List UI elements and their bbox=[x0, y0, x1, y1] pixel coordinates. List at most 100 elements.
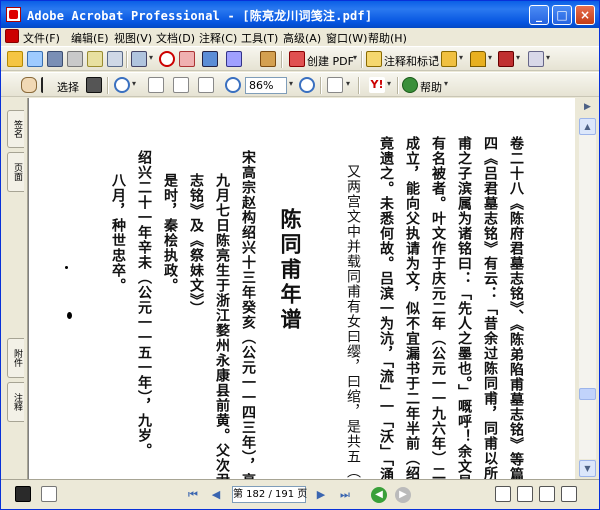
comment-mark-icon[interactable] bbox=[366, 51, 382, 67]
review-icon[interactable] bbox=[202, 51, 218, 67]
minimize-button[interactable]: _ bbox=[529, 5, 549, 25]
menu-advanced[interactable]: 高级(A) bbox=[283, 30, 321, 46]
rotate-view-icon[interactable] bbox=[327, 77, 343, 93]
collaborate-icon[interactable] bbox=[226, 51, 242, 67]
create-pdf-dropdown-icon[interactable]: ▾ bbox=[353, 53, 357, 62]
open-folder-icon[interactable] bbox=[7, 51, 23, 67]
text-column-10: 志铭》及《祭妹文》） bbox=[188, 173, 204, 316]
lock-icon[interactable] bbox=[470, 51, 486, 67]
tab-pages[interactable]: 页面 bbox=[7, 152, 24, 192]
comment-mark-dropdown-icon[interactable]: ▾ bbox=[434, 53, 438, 62]
document-menu-icon[interactable] bbox=[5, 29, 19, 43]
text-column-5: 成立，能向父执请为文，似不宜漏书于二年半前（绍熙四 bbox=[404, 136, 420, 479]
first-page-icon[interactable]: ⏮ bbox=[185, 487, 201, 503]
scroll-track[interactable] bbox=[579, 118, 596, 459]
yahoo-dropdown-icon[interactable]: ▾ bbox=[387, 79, 391, 88]
scroll-up-icon[interactable]: ▲ bbox=[579, 118, 596, 135]
toolbar-file: ▾ 创建 PDF ▾ 注释和标记 ▾ ▾ ▾ ▾ ▾ bbox=[1, 46, 599, 71]
search-icon[interactable] bbox=[107, 51, 123, 67]
zoom-out-icon[interactable] bbox=[225, 77, 241, 93]
help-dropdown-icon[interactable]: ▾ bbox=[444, 79, 448, 88]
zoom-in-icon[interactable] bbox=[299, 77, 315, 93]
acrobat-app-icon[interactable] bbox=[6, 7, 21, 22]
close-button[interactable]: × bbox=[575, 5, 595, 25]
maximize-button[interactable]: □ bbox=[552, 5, 572, 25]
tab-comments[interactable]: 注释 bbox=[7, 382, 24, 422]
tab-signatures[interactable]: 签名 bbox=[7, 110, 24, 148]
facing-layout-icon[interactable] bbox=[539, 486, 555, 502]
zoom-tool-dropdown-icon[interactable]: ▾ bbox=[132, 79, 136, 88]
sign-icon[interactable] bbox=[179, 51, 195, 67]
menu-tools[interactable]: 工具(T) bbox=[241, 30, 278, 46]
snapshot-icon[interactable] bbox=[86, 77, 102, 93]
attach-dropdown-icon[interactable]: ▾ bbox=[149, 53, 153, 62]
pen-sign-dropdown-icon[interactable]: ▾ bbox=[516, 53, 520, 62]
menu-comments[interactable]: 注释(C) bbox=[199, 30, 237, 46]
fit-page-icon[interactable] bbox=[173, 77, 189, 93]
text-column-11: 是时，秦桧执政。 bbox=[162, 173, 178, 293]
previous-page-icon[interactable]: ◀ bbox=[208, 487, 224, 503]
create-pdf-button[interactable]: 创建 PDF bbox=[307, 53, 354, 69]
forms-icon[interactable] bbox=[528, 51, 544, 67]
help-button[interactable]: 帮助 bbox=[420, 79, 442, 95]
secure-icon[interactable] bbox=[159, 51, 175, 67]
forms-dropdown-icon[interactable]: ▾ bbox=[546, 53, 550, 62]
yahoo-search-icon[interactable]: Y! bbox=[369, 77, 385, 93]
menu-document[interactable]: 文档(D) bbox=[156, 30, 195, 46]
page-thumbnail-icon[interactable] bbox=[15, 486, 31, 502]
zoom-tool-icon[interactable] bbox=[114, 77, 130, 93]
email-icon[interactable] bbox=[87, 51, 103, 67]
page-options-arrow-icon[interactable]: ▶ bbox=[579, 100, 596, 117]
text-column-13: 八月，种世忠卒。 bbox=[110, 173, 126, 293]
actual-size-icon[interactable] bbox=[148, 77, 164, 93]
comment-mark-button[interactable]: 注释和标记 bbox=[384, 53, 439, 69]
title-bar[interactable]: Adobe Acrobat Professional - [陈亮龙川词笺注.pd… bbox=[1, 1, 599, 28]
document-properties-icon[interactable] bbox=[41, 486, 57, 502]
print-icon[interactable] bbox=[67, 51, 83, 67]
zoom-dropdown-icon[interactable]: ▾ bbox=[289, 79, 293, 88]
menu-edit[interactable]: 编辑(E) bbox=[71, 30, 109, 46]
text-column-3: 甫之子滨属为诸铭曰：「先人之墨也。」嘅呼！余文显陋 bbox=[456, 136, 472, 479]
menu-file[interactable]: 文件(F) bbox=[23, 30, 60, 46]
previous-view-icon[interactable]: ◀ bbox=[371, 487, 387, 503]
vertical-scrollbar[interactable]: ▶ ▲ ▼ bbox=[575, 98, 599, 479]
scan-speck bbox=[67, 312, 72, 319]
page-number-input[interactable]: 第 182 / 191 页 bbox=[232, 486, 307, 503]
save-icon[interactable] bbox=[47, 51, 63, 67]
acrobat-window: Adobe Acrobat Professional - [陈亮龙川词笺注.pd… bbox=[0, 0, 600, 510]
create-pdf-icon[interactable] bbox=[289, 51, 305, 67]
fit-width-icon[interactable] bbox=[198, 77, 214, 93]
next-view-icon[interactable]: ▶ bbox=[395, 487, 411, 503]
select-tool-button[interactable]: 选择 bbox=[57, 79, 79, 95]
single-page-layout-icon[interactable] bbox=[495, 486, 511, 502]
text-column-8: 宋高宗赵构绍兴十三年癸亥（公元一一四三年），亮一岁 bbox=[240, 150, 256, 479]
scroll-down-icon[interactable]: ▼ bbox=[579, 460, 596, 477]
tab-attachments[interactable]: 附件 bbox=[7, 338, 24, 378]
menu-view[interactable]: 视图(V) bbox=[114, 30, 152, 46]
help-icon[interactable] bbox=[402, 77, 418, 93]
text-column-6: 竟遗之。未悉何故。吕滨一为沆，「流」一「沃」「涌」等字 bbox=[378, 136, 394, 479]
lock-dropdown-icon[interactable]: ▾ bbox=[488, 53, 492, 62]
attach-icon[interactable] bbox=[131, 51, 147, 67]
select-text-icon[interactable] bbox=[41, 77, 51, 93]
export-icon[interactable] bbox=[260, 51, 276, 67]
zoom-input[interactable]: 86% bbox=[245, 77, 287, 94]
text-column-4: 有名被者。叶文作于庆元二年（公元一一九六年）二月， bbox=[430, 136, 446, 479]
pen-sign-icon[interactable] bbox=[498, 51, 514, 67]
continuous-layout-icon[interactable] bbox=[517, 486, 533, 502]
menu-window[interactable]: 窗口(W) bbox=[326, 30, 367, 46]
continuous-facing-layout-icon[interactable] bbox=[561, 486, 577, 502]
last-page-icon[interactable]: ⏭ bbox=[337, 487, 353, 503]
next-page-icon[interactable]: ▶ bbox=[313, 487, 329, 503]
document-page[interactable]: 卷二十八《陈府君墓志铭》、《陈弟陷甫墓志铭》等篇， 四《吕君墓志铭》有云：「昔余… bbox=[28, 98, 575, 479]
scroll-thumb[interactable] bbox=[579, 388, 596, 400]
hand-tool-icon[interactable] bbox=[21, 77, 37, 93]
current-page-label: 第 182 bbox=[233, 489, 266, 500]
text-column-12: 绍兴二十一年辛未（公元一一五一年），九岁。 bbox=[136, 150, 152, 458]
rotate-dropdown-icon[interactable]: ▾ bbox=[346, 79, 350, 88]
highlight-dropdown-icon[interactable]: ▾ bbox=[459, 53, 463, 62]
organizer-icon[interactable] bbox=[27, 51, 43, 67]
highlight-icon[interactable] bbox=[441, 51, 457, 67]
menu-help[interactable]: 帮助(H) bbox=[368, 30, 407, 46]
chapter-heading: 陈同甫年谱 bbox=[278, 208, 303, 333]
